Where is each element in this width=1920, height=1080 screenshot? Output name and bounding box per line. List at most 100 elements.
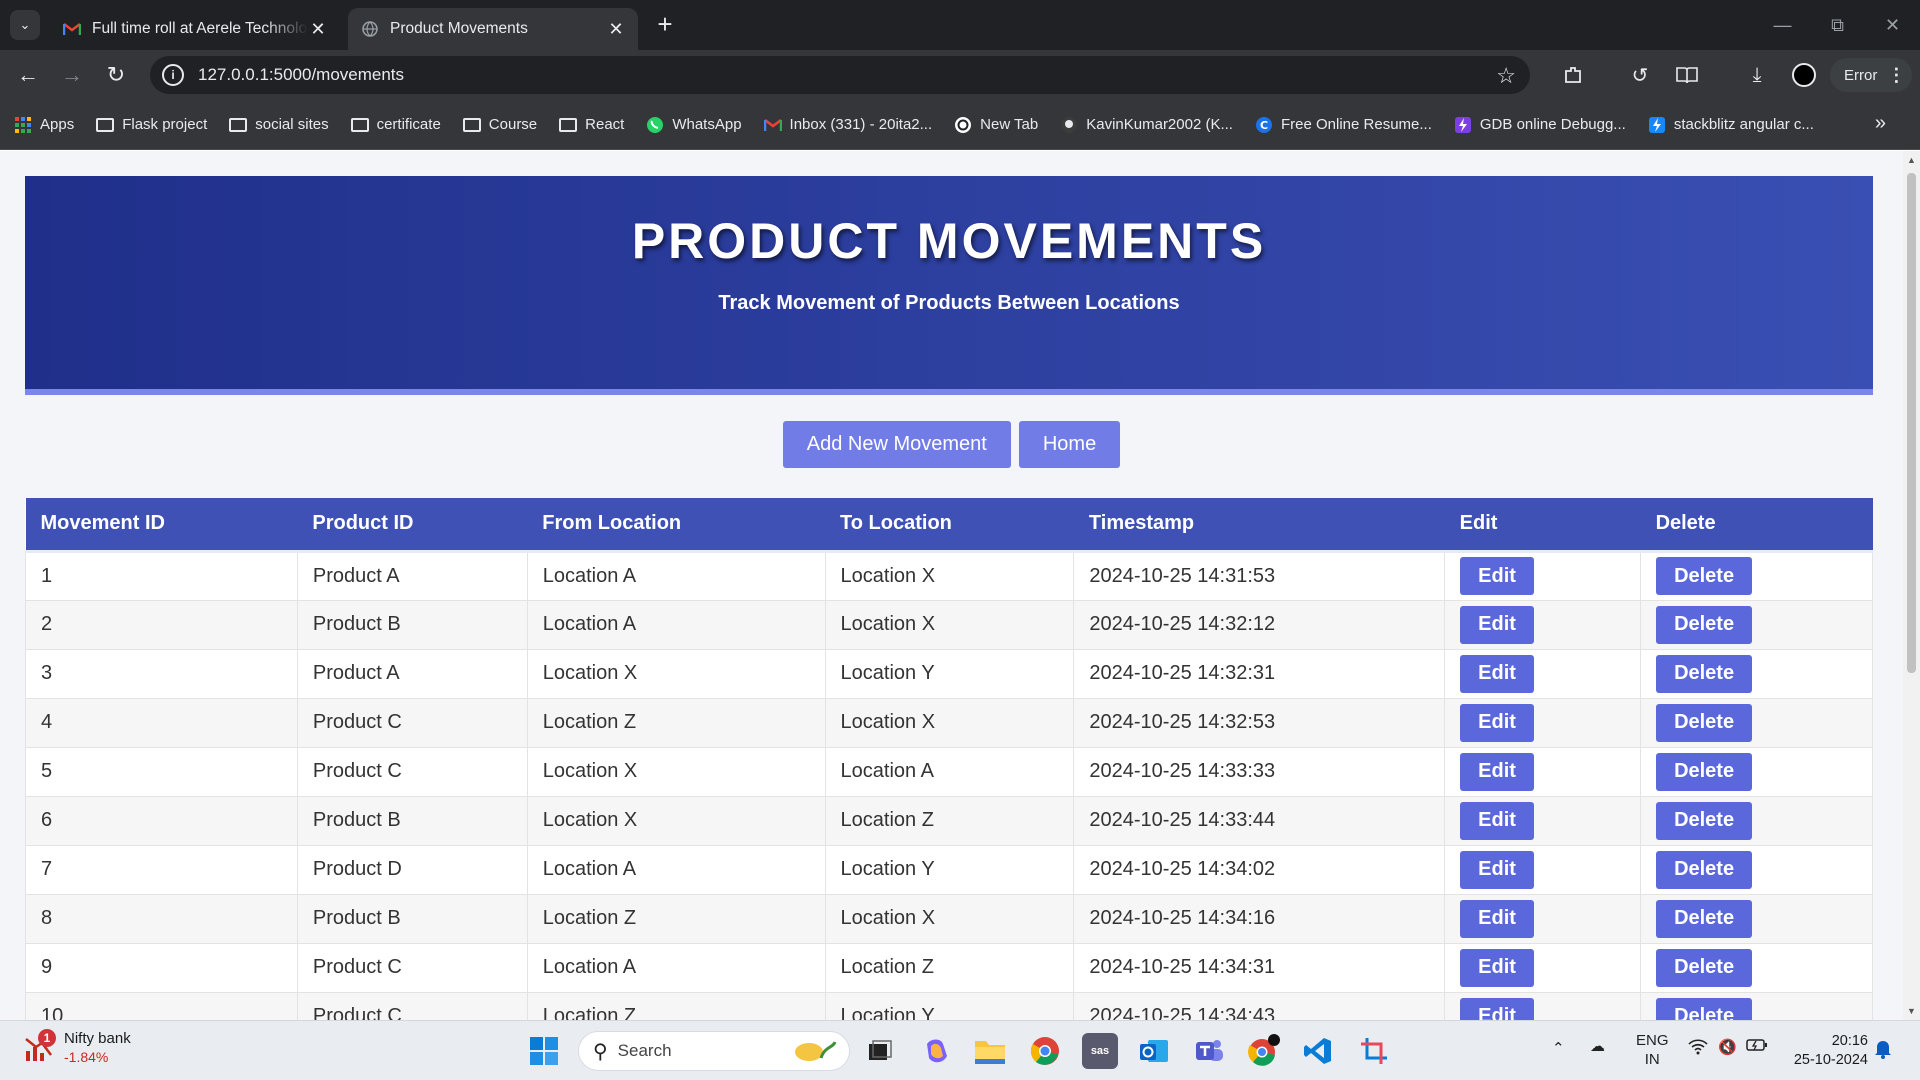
wifi-icon[interactable] [1688,1039,1708,1060]
reading-mode-icon[interactable] [1672,60,1702,90]
delete-button[interactable]: Delete [1656,801,1753,840]
edit-button[interactable]: Edit [1460,899,1534,938]
delete-button[interactable]: Delete [1656,850,1753,889]
windows-start-icon[interactable] [526,1033,562,1069]
snipping-tool-icon[interactable] [1356,1033,1392,1069]
bookmark-flask-project[interactable]: Flask project [96,116,207,134]
bookmark-new-tab[interactable]: New Tab [954,116,1038,134]
close-tab-icon[interactable]: ✕ [606,19,626,40]
reload-icon[interactable]: ↻ [100,59,132,91]
site-info-icon[interactable]: i [162,64,184,86]
show-hidden-icons[interactable]: ⌃ [1552,1039,1565,1058]
edit-button[interactable]: Edit [1460,801,1534,840]
bookmark-course[interactable]: Course [462,116,537,134]
edit-button[interactable]: Edit [1460,557,1534,595]
edit-button[interactable]: Edit [1460,997,1534,1020]
sas-icon[interactable]: sas [1082,1033,1118,1069]
taskbar-search[interactable]: ⚲ Search [578,1031,850,1071]
download-icon[interactable]: ⤓ [1742,60,1772,90]
folder-icon [350,116,369,134]
globe-icon [360,19,380,39]
add-new-movement-button[interactable]: Add New Movement [782,421,1011,468]
edit-button[interactable]: Edit [1460,850,1534,889]
delete-button[interactable]: Delete [1656,997,1753,1020]
close-tab-icon[interactable]: ✕ [308,19,328,40]
error-button[interactable]: Error ⋮ [1830,58,1912,92]
tab-title: Product Movements [390,20,528,37]
bookmark-apps[interactable]: Apps [14,116,74,134]
tab-product-movements[interactable]: Product Movements ✕ [348,8,638,50]
delete-button[interactable]: Delete [1656,948,1753,987]
header-delete: Delete [1640,498,1873,553]
extensions-icon[interactable] [1558,60,1588,90]
delete-button[interactable]: Delete [1656,899,1753,938]
cell-timestamp: 2024-10-25 14:34:43 [1073,991,1446,1020]
delete-button[interactable]: Delete [1656,557,1753,595]
forward-icon[interactable]: → [56,59,88,91]
cell-from-location: Location A [526,599,826,650]
system-clock[interactable]: 20:16 25-10-2024 [1780,1032,1868,1070]
vscode-icon[interactable] [1300,1033,1336,1069]
back-icon[interactable]: ← [12,59,44,91]
bookmark-inbox[interactable]: Inbox (331) - 20ita2... [763,116,932,134]
profile-avatar[interactable] [1792,63,1816,87]
chrome-icon[interactable] [1027,1033,1063,1069]
chrome-profile-icon[interactable] [1246,1033,1282,1069]
edit-button[interactable]: Edit [1460,752,1534,791]
restore-icon[interactable]: ⧉ [1810,0,1865,50]
onedrive-icon[interactable]: ☁ [1590,1037,1605,1056]
market-widget[interactable]: 1 Nifty bank -1.84% [24,1029,131,1066]
scroll-up-icon[interactable]: ▲ [1907,155,1916,165]
notification-bell-icon[interactable] [1874,1039,1892,1064]
more-bookmarks-icon[interactable]: » [1875,112,1886,135]
edit-button[interactable]: Edit [1460,605,1534,644]
bookmark-resume[interactable]: C Free Online Resume... [1255,116,1432,134]
outlook-icon[interactable] [1136,1033,1172,1069]
delete-button[interactable]: Delete [1656,605,1753,644]
new-tab-icon[interactable]: + [650,10,680,40]
close-window-icon[interactable]: ✕ [1865,0,1920,50]
battery-icon[interactable] [1746,1038,1768,1057]
bookmark-stackblitz[interactable]: stackblitz angular c... [1648,116,1814,134]
bookmark-react[interactable]: React [559,116,624,134]
file-explorer-icon[interactable] [972,1033,1008,1069]
cell-product-id: Product A [296,648,528,699]
scrollbar-thumb[interactable] [1907,173,1916,673]
cell-timestamp: 2024-10-25 14:34:31 [1073,942,1446,993]
language-indicator[interactable]: ENG IN [1636,1031,1669,1069]
bookmark-whatsapp[interactable]: WhatsApp [646,116,742,134]
bookmark-star-icon[interactable]: ☆ [1496,63,1516,89]
task-view-icon[interactable] [862,1033,898,1069]
cell-edit: Edit [1444,746,1642,797]
tab-gmail[interactable]: Full time roll at Aerele Technolo ✕ [50,8,340,50]
cell-product-id: Product D [296,844,528,895]
home-button[interactable]: Home [1018,421,1121,468]
cell-delete: Delete [1640,746,1873,797]
bookmark-social-sites[interactable]: social sites [229,116,329,134]
delete-button[interactable]: Delete [1656,703,1753,742]
volume-muted-icon[interactable]: 🔇 [1718,1038,1737,1057]
delete-button[interactable]: Delete [1656,752,1753,791]
tab-search-icon[interactable]: ⌄ [10,10,40,40]
bookmark-gdb[interactable]: GDB online Debugg... [1454,116,1626,134]
delete-button[interactable]: Delete [1656,654,1753,693]
copilot-icon[interactable] [918,1033,954,1069]
edit-button[interactable]: Edit [1460,654,1534,693]
scroll-down-icon[interactable]: ▼ [1907,1006,1916,1016]
address-bar[interactable]: i 127.0.0.1:5000/movements ☆ [150,56,1530,94]
page-scrollbar[interactable]: ▲ ▼ [1903,151,1920,1020]
clock-time: 20:16 [1831,1033,1868,1049]
bookmark-github[interactable]: KavinKumar2002 (K... [1060,116,1233,134]
bookmark-certificate[interactable]: certificate [350,116,441,134]
history-icon[interactable]: ↺ [1625,60,1655,90]
cell-delete: Delete [1640,599,1873,650]
url-text[interactable]: 127.0.0.1:5000/movements [198,65,404,85]
folder-icon [229,116,248,134]
cell-movement-id: 8 [25,893,298,944]
teams-icon[interactable] [1191,1033,1227,1069]
cell-timestamp: 2024-10-25 14:34:16 [1073,893,1446,944]
edit-button[interactable]: Edit [1460,948,1534,987]
minimize-icon[interactable]: — [1755,0,1810,50]
edit-button[interactable]: Edit [1460,703,1534,742]
header-to-location: To Location [825,498,1074,553]
